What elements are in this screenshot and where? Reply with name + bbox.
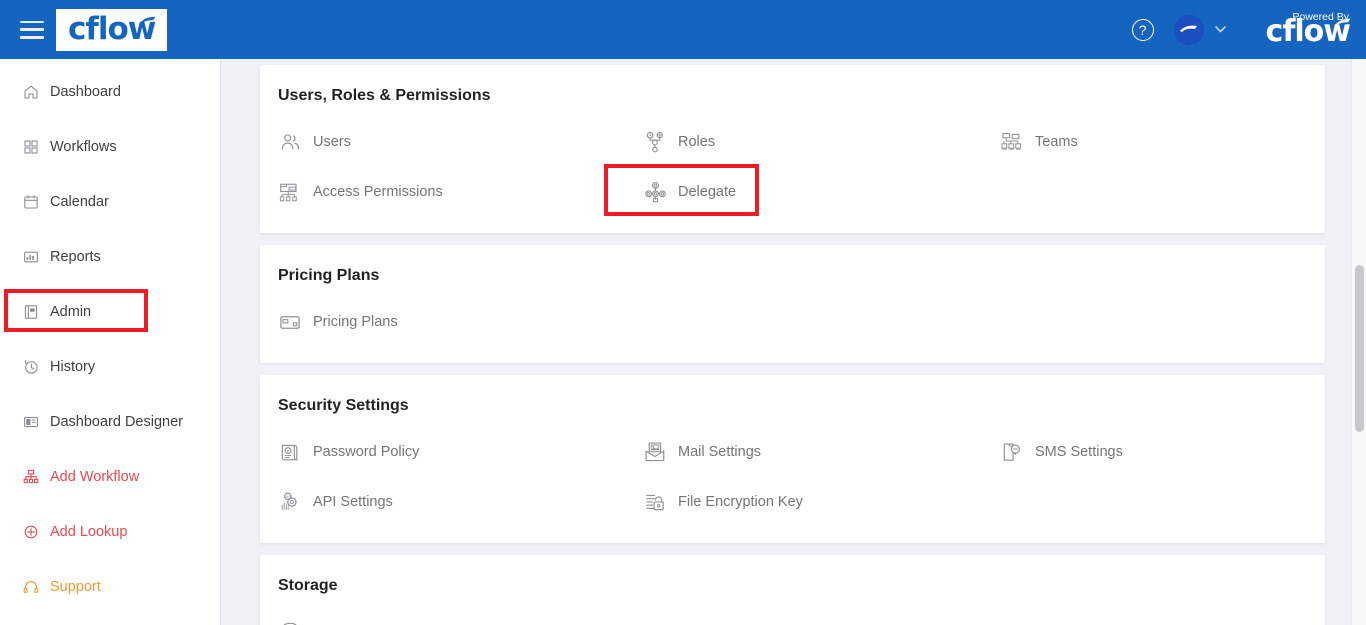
card-item-mail-settings[interactable]: Mail Settings [615, 431, 970, 473]
card-pricing-plans: Pricing Plans Pricing Plans [260, 245, 1325, 363]
card-items-grid: Users Roles Teams Access Permissions Del… [260, 121, 1325, 213]
vertical-scrollbar[interactable] [1351, 59, 1366, 625]
card-item-label: Mail Settings [678, 444, 762, 460]
roles-hierarchy-icon [643, 130, 667, 154]
sidebar-item-label: Calendar [50, 194, 109, 210]
header-actions: ? Powered By cflow [1131, 11, 1366, 48]
card-users-roles-permissions: Users, Roles & Permissions Users Roles T… [260, 65, 1325, 233]
calendar-icon [22, 194, 39, 211]
card-title: Storage [278, 577, 338, 594]
card-item-label: API Settings [313, 494, 393, 510]
sidebar-item-calendar[interactable]: Calendar [0, 183, 220, 221]
card-item-upload-file-size-limit[interactable]: Upload File Size Limit [260, 611, 615, 625]
card-item-api-settings[interactable]: API API Settings [260, 481, 615, 523]
card-item-file-encryption-key[interactable]: File Encryption Key [615, 481, 970, 523]
card-item-label: Access Permissions [313, 184, 443, 200]
clock-history-icon [22, 359, 39, 376]
report-chart-icon [22, 249, 39, 266]
card-item-label: Teams [1035, 134, 1078, 150]
sidebar-item-reports[interactable]: Reports [0, 238, 220, 276]
api-gear-icon: API [278, 490, 302, 514]
file-lock-icon [643, 490, 667, 514]
admin-book-icon [22, 304, 39, 321]
mail-envelope-icon [643, 440, 667, 464]
card-item-label: SMS Settings [1035, 444, 1123, 460]
main-content: Users, Roles & Permissions Users Roles T… [221, 59, 1366, 625]
sidebar-item-add-workflow[interactable]: Add Workflow [0, 458, 220, 496]
card-items-grid: Password Policy Mail Settings SMS Settin… [260, 431, 1325, 523]
card-item-roles[interactable]: Roles [615, 121, 970, 163]
card-item-delegate[interactable]: Delegate [615, 171, 970, 213]
hamburger-menu-icon[interactable] [20, 20, 44, 39]
delegate-network-icon [643, 180, 667, 204]
card-title: Security Settings [278, 397, 409, 414]
card-storage: Storage Upload File Size Limit [260, 555, 1325, 625]
powered-by-logo-text: cflow [1265, 14, 1351, 50]
card-security-settings: Security Settings Password Policy Mail S… [260, 375, 1325, 543]
card-item-teams[interactable]: Teams [970, 121, 1325, 163]
home-icon [22, 84, 39, 101]
sidebar-item-label: Dashboard Designer [50, 414, 183, 430]
sidebar-item-add-lookup[interactable]: Add Lookup [0, 513, 220, 551]
sidebar-item-label: Dashboard [50, 84, 121, 100]
app-logo-text: cflow [68, 11, 156, 47]
add-workflow-icon [22, 469, 39, 486]
sidebar-item-label: Add Workflow [50, 469, 140, 485]
avatar-swoosh-icon [1173, 14, 1204, 45]
dashboard-designer-icon [22, 414, 39, 431]
card-item-sms-settings[interactable]: SMS Settings [970, 431, 1325, 473]
sidebar-item-workflows[interactable]: Workflows [0, 128, 220, 166]
card-title: Users, Roles & Permissions [278, 87, 491, 104]
help-circle-icon[interactable]: ? [1131, 18, 1154, 41]
powered-by-branding: Powered By cflow [1266, 11, 1352, 48]
card-title: Pricing Plans [278, 267, 380, 284]
sidebar-item-dashboard-designer[interactable]: Dashboard Designer [0, 403, 220, 441]
left-sidebar: Dashboard Workflows Calendar Reports Adm… [0, 59, 221, 625]
card-item-users[interactable]: Users [260, 121, 615, 163]
users-group-icon [278, 130, 302, 154]
access-permissions-icon [278, 180, 302, 204]
database-storage-icon [278, 620, 302, 625]
card-items-grid: Upload File Size Limit [260, 611, 1325, 625]
card-item-label: File Encryption Key [678, 494, 803, 510]
chevron-down-icon[interactable] [1214, 26, 1226, 33]
sidebar-item-label: Workflows [50, 139, 117, 155]
sidebar-item-label: Reports [50, 249, 101, 265]
password-policy-icon [278, 440, 302, 464]
card-item-label: Roles [678, 134, 716, 150]
sidebar-item-label: Add Lookup [50, 524, 128, 540]
sidebar-item-label: Support [50, 579, 101, 595]
sidebar-item-dashboard[interactable]: Dashboard [0, 73, 220, 111]
chevron-down-glyph [1214, 26, 1226, 33]
headset-support-icon [22, 579, 39, 596]
sidebar-item-label: Admin [50, 304, 92, 320]
app-logo[interactable]: cflow [56, 8, 168, 51]
sidebar-item-admin[interactable]: Admin [0, 293, 220, 331]
card-item-label: Delegate [678, 184, 737, 200]
card-item-label: Password Policy [313, 444, 420, 460]
user-avatar-icon[interactable] [1173, 14, 1204, 45]
credit-card-icon [278, 310, 302, 334]
card-item-access-permissions[interactable]: Access Permissions [260, 171, 615, 213]
sidebar-item-history[interactable]: History [0, 348, 220, 386]
vertical-scrollbar-thumb[interactable] [1355, 265, 1364, 432]
top-header: cflow ? Powered By cflow [0, 0, 1366, 59]
card-items-grid: Pricing Plans [260, 301, 1325, 343]
card-item-pricing-plans[interactable]: Pricing Plans [260, 301, 615, 343]
grid-squares-icon [22, 139, 39, 156]
sidebar-item-support[interactable]: Support [0, 568, 220, 606]
sidebar-item-label: History [50, 359, 96, 375]
card-item-password-policy[interactable]: Password Policy [260, 431, 615, 473]
teams-org-icon [1000, 130, 1024, 154]
add-lookup-icon [22, 524, 39, 541]
card-item-label: Users [313, 134, 351, 150]
sms-phone-icon [1000, 440, 1024, 464]
card-item-label: Pricing Plans [313, 314, 398, 330]
